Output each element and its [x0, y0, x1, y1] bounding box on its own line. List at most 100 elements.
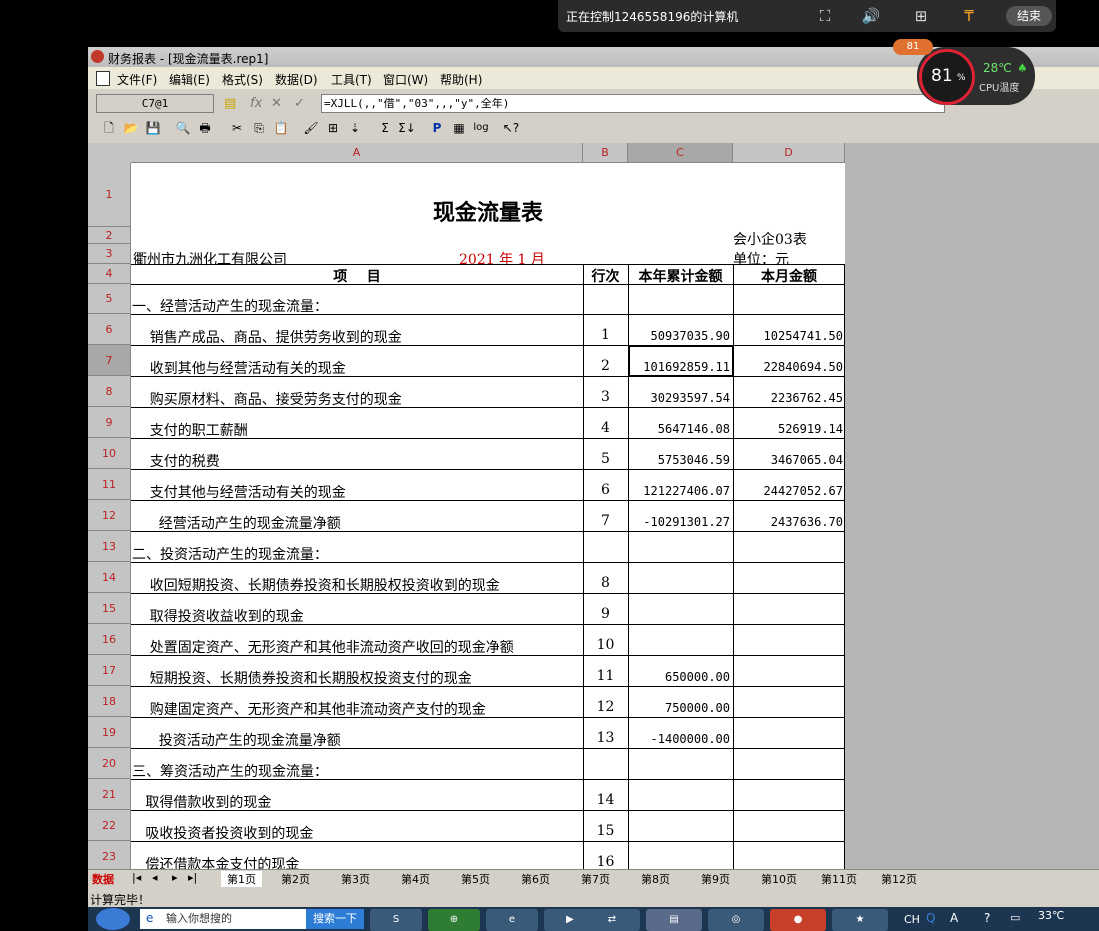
- end-session-button[interactable]: 结束: [1006, 6, 1052, 26]
- cut-icon[interactable]: ✂: [228, 119, 246, 137]
- row-header[interactable]: 23: [88, 841, 131, 872]
- row-header[interactable]: 22: [88, 810, 131, 841]
- save-icon[interactable]: 💾: [144, 119, 162, 137]
- menu-tools[interactable]: 工具(T): [331, 71, 372, 88]
- taskbar-search-button[interactable]: 搜索一下: [306, 909, 364, 929]
- status-bar: 计算完毕！: [88, 887, 1099, 907]
- row-header[interactable]: 9: [88, 407, 131, 438]
- formula-edit-icon[interactable]: ▤: [224, 96, 236, 111]
- confirm-icon[interactable]: ✓: [294, 96, 305, 111]
- row-header[interactable]: 14: [88, 562, 131, 593]
- row-header[interactable]: 6: [88, 314, 131, 345]
- fullscreen-icon[interactable]: ⛶: [812, 5, 838, 27]
- search-icon[interactable]: Q: [926, 911, 935, 925]
- menu-data[interactable]: 数据(D): [275, 71, 318, 88]
- sheet-tab[interactable]: 第11页: [821, 871, 857, 887]
- menu-window[interactable]: 窗口(W): [383, 71, 428, 88]
- help-cursor-icon[interactable]: ↖?: [502, 119, 520, 137]
- paste-icon[interactable]: 📋: [272, 119, 290, 137]
- sheet-tab[interactable]: 第4页: [401, 871, 430, 887]
- row-header[interactable]: 15: [88, 593, 131, 624]
- document-icon[interactable]: [96, 71, 110, 86]
- select-all-corner[interactable]: [88, 143, 132, 164]
- param-icon[interactable]: P: [428, 119, 446, 137]
- menu-format[interactable]: 格式(S): [222, 71, 263, 88]
- sheet-tab[interactable]: 第1页: [221, 871, 262, 887]
- row-header[interactable]: 19: [88, 717, 131, 748]
- cancel-icon[interactable]: ✕: [271, 96, 282, 111]
- row-header[interactable]: 11: [88, 469, 131, 500]
- menu-edit[interactable]: 编辑(E): [169, 71, 210, 88]
- row-header[interactable]: 5: [88, 284, 131, 314]
- row-header[interactable]: 21: [88, 779, 131, 810]
- pin-icon[interactable]: ₸: [956, 5, 982, 27]
- help-icon[interactable]: ?: [984, 911, 990, 925]
- sheet-tab[interactable]: 第8页: [641, 871, 670, 887]
- taskbar-search-input[interactable]: 输入你想搜的: [140, 909, 306, 929]
- sheet-tab[interactable]: 第2页: [281, 871, 310, 887]
- menu-help[interactable]: 帮助(H): [440, 71, 482, 88]
- taskbar-app-network-icon[interactable]: ⇄: [584, 909, 640, 931]
- page-setup-icon[interactable]: ▦: [450, 119, 468, 137]
- log-icon[interactable]: log: [472, 119, 490, 137]
- next-sheet-button[interactable]: ▸: [172, 871, 178, 884]
- mode-tab-data[interactable]: 数据: [92, 871, 114, 887]
- sum-icon[interactable]: Σ: [376, 119, 394, 137]
- sort-icon[interactable]: ⇣: [346, 119, 364, 137]
- column-header-d[interactable]: D: [733, 143, 845, 163]
- sheet-tab[interactable]: 第12页: [881, 871, 917, 887]
- row-header[interactable]: 2: [88, 227, 131, 244]
- row-header[interactable]: 18: [88, 686, 131, 717]
- row-header[interactable]: 7: [88, 345, 131, 376]
- taskbar-app-toyou-icon[interactable]: ●: [770, 909, 826, 931]
- sheet-tab[interactable]: 第3页: [341, 871, 370, 887]
- row-header[interactable]: 10: [88, 438, 131, 469]
- row-header[interactable]: 16: [88, 624, 131, 655]
- taskbar-app-remote-icon[interactable]: ◎: [708, 909, 764, 931]
- input-language[interactable]: CH: [904, 913, 920, 926]
- cpu-monitor-widget[interactable]: 81 81 % 28℃ ♠ CPU温度: [893, 39, 1035, 105]
- sheet-tab[interactable]: 第7页: [581, 871, 610, 887]
- sheet-tab[interactable]: 第10页: [761, 871, 797, 887]
- row-header[interactable]: 8: [88, 376, 131, 407]
- sheet-tab[interactable]: 第6页: [521, 871, 550, 887]
- menu-file[interactable]: 文件(F): [117, 71, 157, 88]
- first-sheet-button[interactable]: |◂: [132, 871, 141, 884]
- row-header[interactable]: 17: [88, 655, 131, 686]
- prev-sheet-button[interactable]: ◂: [152, 871, 158, 884]
- formula-input[interactable]: =XJLL(,,"借","03",,,"y",全年): [321, 94, 945, 113]
- volume-icon[interactable]: 🔊: [858, 5, 884, 27]
- taskbar-app-360-icon[interactable]: ⊕: [428, 909, 480, 931]
- print-preview-icon[interactable]: 🔍: [174, 119, 192, 137]
- format-painter-icon[interactable]: 🖌: [302, 119, 320, 137]
- column-header-a[interactable]: A: [131, 143, 583, 163]
- row-header[interactable]: 3: [88, 244, 131, 264]
- sum-row-icon[interactable]: Σ↓: [398, 119, 416, 137]
- sheet-tab[interactable]: 第5页: [461, 871, 490, 887]
- column-header-c[interactable]: C: [628, 143, 733, 163]
- taskbar-app-sogou-icon[interactable]: S: [370, 909, 422, 931]
- insert-row-icon[interactable]: ⊞: [324, 119, 342, 137]
- cell-reference-box[interactable]: C7@1: [96, 94, 214, 113]
- taskbar-app-ie-icon[interactable]: e: [486, 909, 538, 931]
- layout-icon[interactable]: ⊞: [908, 5, 934, 27]
- row-header[interactable]: 12: [88, 500, 131, 531]
- row-header[interactable]: 20: [88, 748, 131, 779]
- taskbar-app-report-icon[interactable]: ▤: [646, 909, 702, 931]
- row-header[interactable]: 1: [88, 163, 131, 227]
- selected-cell[interactable]: [629, 346, 733, 376]
- last-sheet-button[interactable]: ▸|: [188, 871, 197, 884]
- row-header[interactable]: 4: [88, 264, 131, 284]
- sheet-tab[interactable]: 第9页: [701, 871, 730, 887]
- taskbar-app-medal-icon[interactable]: ★: [832, 909, 888, 931]
- open-folder-icon[interactable]: 📂: [122, 119, 140, 137]
- function-icon[interactable]: fx: [250, 96, 262, 111]
- column-header-b[interactable]: B: [583, 143, 628, 163]
- copy-icon[interactable]: ⎘: [250, 119, 268, 137]
- new-file-icon[interactable]: 🗋: [100, 119, 118, 137]
- font-a-icon[interactable]: A: [950, 911, 958, 925]
- print-icon[interactable]: 🖶: [196, 119, 214, 137]
- row-header[interactable]: 13: [88, 531, 131, 562]
- start-button-icon[interactable]: [96, 908, 130, 930]
- network-tray-icon[interactable]: ▭: [1010, 911, 1020, 924]
